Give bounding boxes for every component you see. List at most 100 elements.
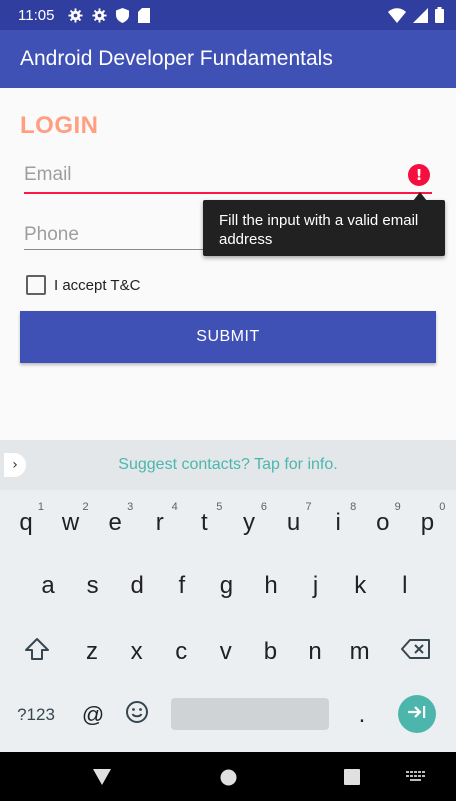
- email-field[interactable]: !: [24, 160, 432, 194]
- status-right-icons: [388, 7, 444, 23]
- phone-field[interactable]: [24, 220, 208, 250]
- key-o[interactable]: o9: [361, 497, 405, 549]
- key-f[interactable]: f: [160, 560, 204, 612]
- phone-input[interactable]: [24, 220, 208, 246]
- key-g[interactable]: g: [204, 560, 248, 612]
- key-label: h: [264, 572, 278, 599]
- key-hint: 8: [350, 501, 357, 513]
- navigation-bar: [0, 752, 456, 801]
- key-label: k: [354, 572, 367, 599]
- key-label: o: [376, 509, 390, 536]
- key-k[interactable]: k: [338, 560, 382, 612]
- key-hint: 4: [171, 501, 178, 513]
- key-label: u: [286, 509, 301, 536]
- suggestion-text[interactable]: Suggest contacts? Tap for info.: [118, 456, 337, 474]
- keyboard-switch-icon[interactable]: [402, 768, 430, 786]
- back-icon[interactable]: [90, 766, 114, 788]
- space-key[interactable]: [171, 698, 329, 730]
- key-hint: 5: [216, 501, 223, 513]
- backspace-icon: [401, 638, 431, 667]
- key-hint: 0: [439, 501, 446, 513]
- key-label: n: [308, 638, 322, 665]
- suggestion-bar[interactable]: › Suggest contacts? Tap for info.: [0, 440, 456, 490]
- key-t[interactable]: t5: [182, 497, 226, 549]
- key-label: g: [219, 572, 234, 599]
- key-label: t: [201, 509, 208, 536]
- submit-button[interactable]: SUBMIT: [20, 311, 436, 363]
- status-bar: 11:05: [0, 0, 456, 30]
- sd-card-icon: [138, 7, 151, 23]
- key-label: w: [61, 509, 80, 536]
- key-label: l: [402, 572, 408, 599]
- key-label: i: [335, 509, 341, 536]
- key-w[interactable]: w2: [49, 497, 93, 549]
- emoji-icon: [125, 700, 149, 731]
- shift-key[interactable]: [15, 626, 59, 678]
- key-x[interactable]: x: [115, 626, 159, 678]
- key-d[interactable]: d: [115, 560, 159, 612]
- app-bar: Android Developer Fundamentals: [0, 30, 456, 88]
- key-label: p: [420, 509, 435, 536]
- key-hint: 7: [305, 501, 312, 513]
- key-j[interactable]: j: [294, 560, 338, 612]
- period-key[interactable]: .: [340, 689, 384, 741]
- key-u[interactable]: u7: [272, 497, 316, 549]
- home-icon[interactable]: [216, 766, 240, 788]
- terms-checkbox[interactable]: [26, 275, 46, 295]
- key-hint: 9: [394, 501, 401, 513]
- terms-checkbox-label[interactable]: I accept T&C: [54, 277, 140, 294]
- settings-icon: [68, 7, 83, 23]
- wifi-icon: [388, 7, 406, 23]
- key-s[interactable]: s: [71, 560, 115, 612]
- key-i[interactable]: i8: [316, 497, 360, 549]
- battery-icon: [435, 7, 444, 23]
- key-label: q: [19, 509, 33, 536]
- key-e[interactable]: e3: [93, 497, 137, 549]
- key-c[interactable]: c: [159, 626, 203, 678]
- key-y[interactable]: y6: [227, 497, 271, 549]
- terms-checkbox-row[interactable]: I accept T&C: [26, 275, 140, 295]
- screen: 11:05 Android Developer Fundamentals LOG…: [0, 0, 456, 801]
- backspace-key[interactable]: [394, 626, 438, 678]
- error-popup: Fill the input with a valid email addres…: [203, 200, 445, 256]
- key-b[interactable]: b: [248, 626, 292, 678]
- status-time: 11:05: [18, 6, 55, 24]
- at-key[interactable]: @: [71, 689, 115, 741]
- soft-keyboard: › Suggest contacts? Tap for info. q1w2e3…: [0, 440, 456, 752]
- key-hint: 1: [37, 501, 44, 513]
- key-r[interactable]: r4: [138, 497, 182, 549]
- key-label: r: [155, 509, 164, 536]
- settings-icon: [92, 7, 107, 23]
- key-label: z: [86, 638, 98, 665]
- key-label: f: [178, 572, 186, 599]
- key-v[interactable]: v: [204, 626, 248, 678]
- chevron-right-icon[interactable]: ›: [4, 453, 26, 477]
- app-title: Android Developer Fundamentals: [20, 47, 333, 70]
- recents-icon[interactable]: [340, 766, 364, 788]
- key-label: b: [263, 638, 278, 665]
- signal-icon: [413, 7, 428, 23]
- key-label: d: [130, 572, 144, 599]
- key-p[interactable]: p0: [405, 497, 449, 549]
- key-l[interactable]: l: [383, 560, 427, 612]
- key-hint: 3: [127, 501, 134, 513]
- key-z[interactable]: z: [70, 626, 114, 678]
- key-label: c: [175, 638, 188, 665]
- key-label: s: [86, 572, 99, 599]
- key-m[interactable]: m: [338, 626, 382, 678]
- key-label: y: [243, 509, 255, 536]
- key-hint: 6: [260, 501, 267, 513]
- email-input[interactable]: [24, 160, 432, 186]
- symbols-key[interactable]: ?123: [14, 689, 58, 741]
- key-label: x: [130, 638, 143, 665]
- key-q[interactable]: q1: [4, 497, 48, 549]
- key-hint: 2: [82, 501, 89, 513]
- key-label: a: [41, 572, 55, 599]
- key-a[interactable]: a: [26, 560, 70, 612]
- key-h[interactable]: h: [249, 560, 293, 612]
- key-n[interactable]: n: [293, 626, 337, 678]
- key-label: j: [312, 572, 319, 599]
- enter-key[interactable]: [398, 695, 436, 733]
- key-label: v: [219, 638, 232, 665]
- emoji-key[interactable]: [115, 689, 159, 741]
